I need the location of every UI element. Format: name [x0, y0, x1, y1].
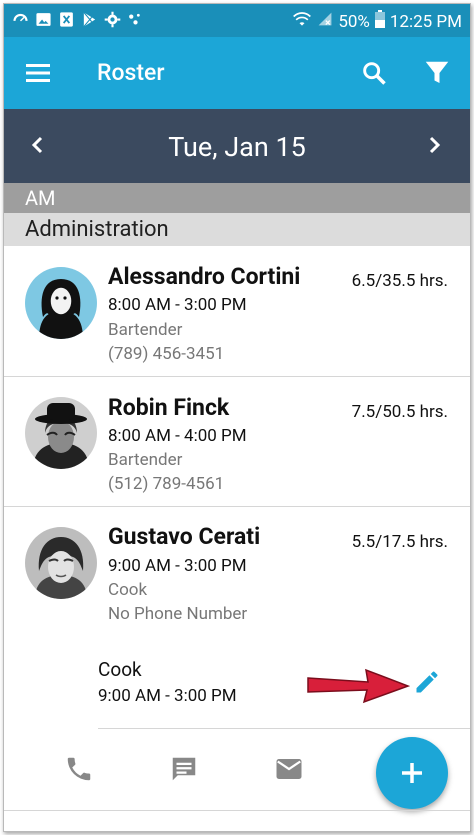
avatar — [25, 267, 97, 339]
wifi-icon — [292, 10, 312, 33]
add-button[interactable] — [376, 737, 448, 809]
play-store-icon — [81, 11, 98, 28]
phone-icon[interactable] — [64, 754, 94, 784]
date-navigator: Tue, Jan 15 — [4, 109, 470, 183]
shift-time: 8:00 AM - 3:00 PM — [108, 295, 247, 315]
hours-summary: 6.5/35.5 hrs. — [351, 271, 448, 291]
status-bar: 50% 12:25 PM — [4, 4, 470, 37]
shift-label: AM — [25, 186, 56, 210]
filter-icon[interactable] — [422, 58, 452, 88]
employee-phone: (512) 789-4561 — [108, 474, 225, 494]
app-bar: Roster — [4, 37, 470, 109]
battery-percent: 50% — [338, 11, 370, 32]
employee-role: Bartender — [108, 320, 183, 340]
avatar — [25, 397, 97, 469]
department-label: Administration — [25, 217, 169, 242]
phone-screen: 50% 12:25 PM Roster Tue, Jan 15 AM Admin… — [3, 3, 471, 832]
clock: 12:25 PM — [389, 11, 462, 32]
settings-app-icon — [104, 11, 121, 28]
image-icon — [35, 11, 52, 28]
list-item[interactable]: Robin Finck 8:00 AM - 4:00 PM Bartender … — [4, 377, 470, 507]
menu-icon[interactable] — [24, 59, 54, 87]
search-icon[interactable] — [360, 59, 388, 87]
hours-summary: 5.5/17.5 hrs. — [351, 532, 448, 552]
notification-icons — [12, 11, 144, 28]
department-header: Administration — [4, 213, 470, 246]
hours-summary: 7.5/50.5 hrs. — [351, 402, 448, 422]
message-icon[interactable] — [169, 754, 199, 784]
shift-header: AM — [4, 183, 470, 213]
shift-time: 9:00 AM - 3:00 PM — [108, 556, 247, 576]
employee-phone: (789) 456-3451 — [108, 344, 225, 364]
employee-name: Alessandro Cortini — [108, 263, 301, 290]
dots-app-icon — [127, 11, 144, 28]
employee-name: Robin Finck — [108, 394, 230, 421]
edit-icon[interactable] — [413, 668, 441, 696]
chevron-right-icon[interactable] — [422, 133, 446, 157]
shift-time-detail: 9:00 AM - 3:00 PM — [98, 686, 237, 706]
page-title: Roster — [97, 59, 165, 86]
add-icon — [402, 763, 422, 783]
shift-time: 8:00 AM - 4:00 PM — [108, 426, 247, 446]
system-indicators: 50% 12:25 PM — [292, 10, 462, 33]
list-item[interactable]: Alessandro Cortini 8:00 AM - 3:00 PM Bar… — [4, 246, 470, 376]
avatar — [25, 527, 97, 599]
divider — [98, 728, 470, 729]
annotation-arrow — [306, 666, 411, 704]
email-icon[interactable] — [274, 754, 304, 784]
speedometer-icon — [12, 11, 29, 28]
excel-icon — [58, 11, 75, 28]
signal-icon — [317, 11, 333, 32]
current-date[interactable]: Tue, Jan 15 — [4, 131, 470, 163]
employee-name: Gustavo Cerati — [108, 523, 261, 550]
employee-role: Cook — [108, 580, 148, 600]
employee-phone: No Phone Number — [108, 604, 248, 624]
battery-icon — [374, 10, 385, 33]
shift-role: Cook — [98, 658, 142, 681]
list-item[interactable]: Gustavo Cerati 9:00 AM - 3:00 PM Cook No… — [4, 507, 470, 637]
divider — [4, 810, 470, 811]
employee-role: Bartender — [108, 450, 183, 470]
